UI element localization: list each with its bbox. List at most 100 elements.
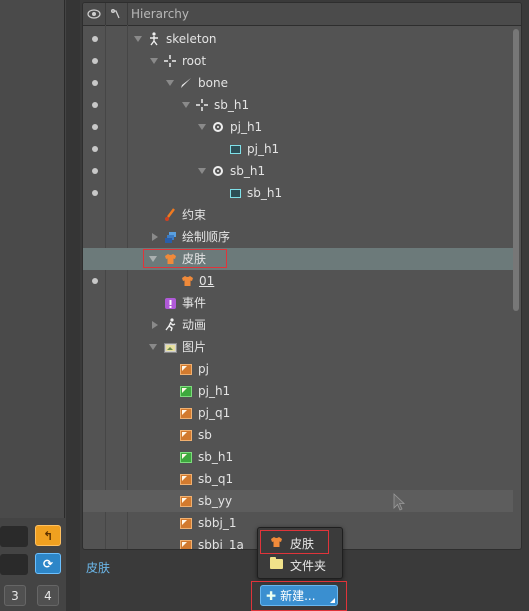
- expand-arrow-icon[interactable]: [166, 80, 174, 86]
- menu-item-folder[interactable]: 文件夹: [262, 554, 338, 576]
- visibility-dot[interactable]: [92, 36, 98, 42]
- tree-row-sb-h1-attachment[interactable]: sb_h1: [83, 182, 513, 204]
- bone-icon: [179, 75, 193, 91]
- bone-cross-icon: [195, 97, 209, 113]
- menu-item-label: 文件夹: [290, 558, 327, 573]
- visibility-dot[interactable]: [92, 168, 98, 174]
- visibility-dot[interactable]: [92, 80, 98, 86]
- left-panel-content: [0, 0, 65, 518]
- visibility-dot[interactable]: [92, 58, 98, 64]
- highlight-box-skins: [143, 249, 227, 268]
- collapse-arrow-icon[interactable]: [152, 321, 158, 329]
- skin-shirt-icon: [180, 273, 194, 289]
- hierarchy-title: Hierarchy: [131, 7, 190, 21]
- image-file-icon: [179, 471, 193, 487]
- expand-arrow-icon[interactable]: [198, 168, 206, 174]
- tree-row-skin-01[interactable]: 01: [83, 270, 513, 292]
- tree-label: pj_h1: [198, 384, 231, 398]
- tree-row-image-item[interactable]: pj_h1: [83, 380, 513, 402]
- visibility-dot[interactable]: [92, 190, 98, 196]
- tree-label: pj: [198, 362, 209, 376]
- tree-label: pj_q1: [198, 406, 231, 420]
- tree-row-constraints[interactable]: 约束: [83, 204, 513, 226]
- tree-row-image-item[interactable]: sb_yy: [83, 490, 513, 512]
- image-file-icon: [179, 405, 193, 421]
- tree-label: sbbj_1a: [198, 538, 244, 550]
- folder-icon: [268, 557, 284, 572]
- new-button[interactable]: ✚ 新建...: [260, 585, 338, 606]
- tree-row-image-item[interactable]: sb_h1: [83, 446, 513, 468]
- tree-label: pj_h1: [247, 142, 280, 156]
- expand-arrow-icon[interactable]: [149, 344, 157, 350]
- images-folder-icon: [163, 339, 177, 355]
- tree-row-pj-h1-slot[interactable]: pj_h1: [83, 116, 513, 138]
- tree-label: 事件: [182, 296, 207, 310]
- tree-row-root[interactable]: root: [83, 50, 513, 72]
- tree-label: sb_h1: [214, 98, 250, 112]
- region-attachment-icon: [228, 185, 242, 201]
- tree-row-image-item[interactable]: pj: [83, 358, 513, 380]
- image-file-used-icon: [179, 449, 193, 465]
- undo-arrow-button[interactable]: ↰: [35, 525, 61, 546]
- tree-row-bone[interactable]: bone: [83, 72, 513, 94]
- tree-row-image-item[interactable]: sb_q1: [83, 468, 513, 490]
- left-input-2[interactable]: [0, 554, 28, 575]
- image-file-icon: [179, 515, 193, 531]
- image-file-icon: [179, 537, 193, 549]
- expand-arrow-icon[interactable]: [150, 58, 158, 64]
- loop-toggle-button[interactable]: ⟳: [35, 553, 61, 574]
- tree-label: pj_h1: [230, 120, 263, 134]
- tree-label: 约束: [182, 208, 207, 222]
- panel-gutter: [66, 0, 80, 611]
- visibility-dot[interactable]: [92, 278, 98, 284]
- visibility-column-toggle[interactable]: [83, 3, 106, 25]
- tree-row-sb-h1-bone[interactable]: sb_h1: [83, 94, 513, 116]
- tree-row-image-item[interactable]: sb: [83, 424, 513, 446]
- tree-row-images[interactable]: 图片: [83, 336, 513, 358]
- visibility-dot[interactable]: [92, 102, 98, 108]
- loop-icon: ⟳: [42, 556, 54, 571]
- visibility-dot[interactable]: [92, 146, 98, 152]
- dropdown-corner-icon: [330, 598, 335, 603]
- image-file-icon: [179, 427, 193, 443]
- new-popup-menu: 皮肤 文件夹: [257, 527, 343, 579]
- root-bone-icon: [163, 53, 177, 69]
- highlight-box-menu-skin: [260, 530, 329, 554]
- skeleton-icon: [147, 31, 161, 47]
- bones-column-toggle[interactable]: [105, 3, 128, 25]
- collapse-arrow-icon[interactable]: [152, 233, 158, 241]
- selected-item-label: 皮肤: [86, 561, 111, 575]
- animation-runner-icon: [163, 317, 177, 333]
- tree-label: bone: [198, 76, 228, 90]
- constraint-icon: [163, 207, 177, 223]
- mouse-cursor-icon: [393, 493, 405, 511]
- number-button-4[interactable]: 4: [37, 585, 59, 606]
- tree-label: 01: [199, 274, 215, 288]
- tree-scrollbar[interactable]: [513, 29, 519, 311]
- tree-label: sb_h1: [198, 450, 234, 464]
- tree-row-pj-h1-attachment[interactable]: pj_h1: [83, 138, 513, 160]
- visibility-dot[interactable]: [92, 124, 98, 130]
- tree-label: sbbj_1: [198, 516, 237, 530]
- plus-icon: ✚: [266, 588, 277, 603]
- expand-arrow-icon[interactable]: [198, 124, 206, 130]
- slot-icon: [211, 119, 225, 135]
- tree-row-events[interactable]: 事件: [83, 292, 513, 314]
- region-attachment-icon: [228, 141, 242, 157]
- new-button-label: 新建...: [280, 589, 316, 603]
- tree-row-skeleton[interactable]: skeleton: [83, 28, 513, 50]
- left-input-1[interactable]: [0, 526, 28, 547]
- tree-row-draw-order[interactable]: 绘制顺序: [83, 226, 513, 248]
- number-button-3[interactable]: 3: [4, 585, 26, 606]
- expand-arrow-icon[interactable]: [134, 36, 142, 42]
- return-arrow-icon: ↰: [42, 528, 54, 543]
- tree-row-sb-h1-slot[interactable]: sb_h1: [83, 160, 513, 182]
- tree-row-animations[interactable]: 动画: [83, 314, 513, 336]
- eye-icon: [87, 9, 101, 19]
- image-file-used-icon: [179, 383, 193, 399]
- image-file-icon: [179, 361, 193, 377]
- hierarchy-panel: Hierarchy skeleton root bone sb_h1 pj_h1…: [82, 2, 522, 550]
- tree-row-image-item[interactable]: pj_q1: [83, 402, 513, 424]
- image-file-icon: [179, 493, 193, 509]
- expand-arrow-icon[interactable]: [182, 102, 190, 108]
